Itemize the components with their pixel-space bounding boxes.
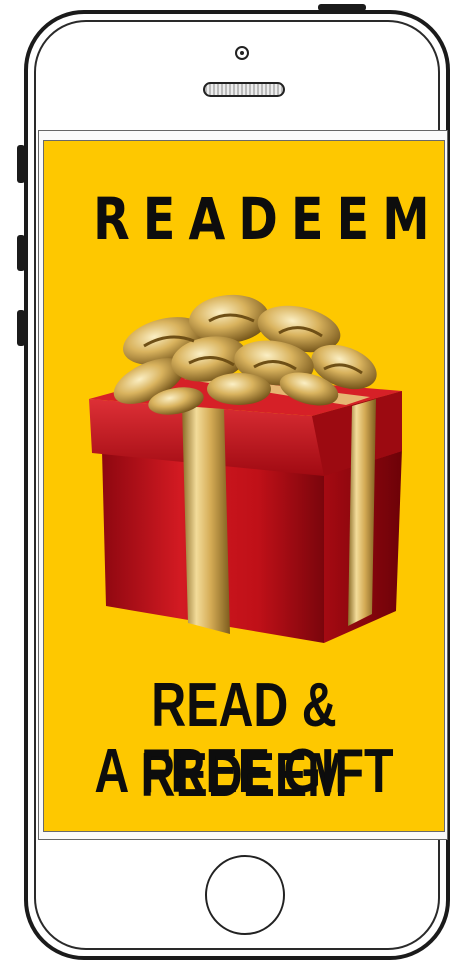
caption-line-2: A FREE GIFT [94,737,394,806]
volume-down-button[interactable] [17,310,25,346]
page-title: READEEM [93,185,443,253]
phone-screen: READEEM READ & REDEEM A FREE GIFT [43,140,445,832]
earpiece-speaker [203,82,285,97]
front-camera-icon [235,46,249,60]
home-button[interactable] [205,855,285,935]
volume-up-button[interactable] [17,235,25,271]
mute-switch[interactable] [17,145,25,183]
power-button[interactable] [318,4,366,11]
gift-box-icon[interactable] [84,281,414,661]
